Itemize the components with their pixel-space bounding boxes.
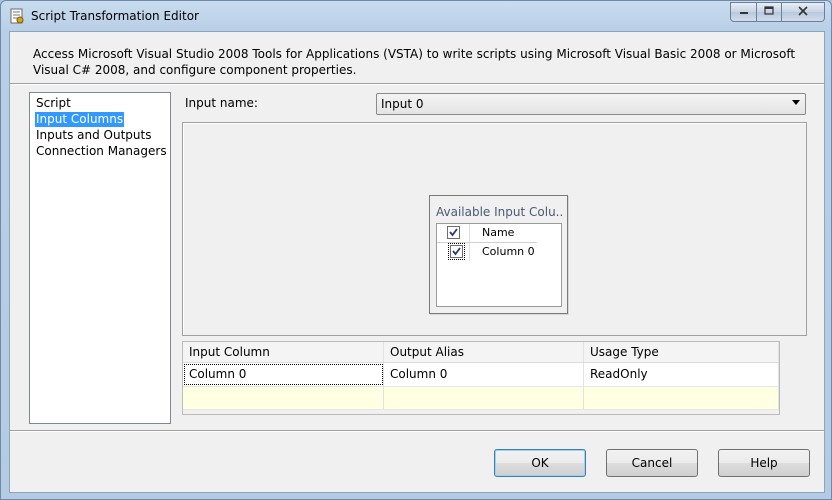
nav-item-inputs-and-outputs[interactable]: Inputs and Outputs	[35, 128, 152, 143]
nav-item-script[interactable]: Script	[35, 96, 72, 111]
input-columns-grid[interactable]: Input Column Output Alias Usage Type Col…	[182, 341, 780, 415]
description-text: Access Microsoft Visual Studio 2008 Tool…	[33, 47, 796, 77]
table-cell-usage-type[interactable]: ReadOnly	[584, 363, 779, 386]
table-cell-input-column[interactable]: Column 0	[183, 363, 384, 386]
new-row-cell-output-alias[interactable]	[384, 387, 584, 409]
page-navigation-list[interactable]: Script Input Columns Inputs and Outputs …	[29, 92, 171, 424]
header-divider	[469, 224, 470, 242]
editor-window: Script Transformation Editor Access Micr…	[0, 0, 832, 500]
maximize-button[interactable]	[757, 2, 782, 22]
available-columns-list[interactable]: Name Column 0	[436, 223, 562, 307]
ok-button[interactable]: OK	[494, 449, 586, 477]
bottom-separator	[10, 430, 824, 432]
name-column-header: Name	[482, 226, 515, 239]
grid-header-usage-type[interactable]: Usage Type	[584, 342, 779, 362]
grid-header-input-column[interactable]: Input Column	[183, 342, 384, 362]
new-row[interactable]	[183, 387, 779, 410]
nav-item-connection-managers[interactable]: Connection Managers	[35, 144, 168, 159]
available-input-columns-panel[interactable]: Available Input Colu... Name Column 0	[429, 195, 568, 314]
grid-header-output-alias[interactable]: Output Alias	[384, 342, 584, 362]
columns-designer-area[interactable]: Available Input Colu... Name Column 0	[182, 122, 807, 336]
top-separator	[10, 83, 824, 85]
dialog-body: Access Microsoft Visual Studio 2008 Tool…	[9, 31, 825, 493]
row-divider	[469, 243, 470, 261]
new-row-cell-usage-type[interactable]	[584, 387, 779, 409]
column-0-label: Column 0	[482, 245, 535, 258]
select-all-checkbox[interactable]	[447, 226, 460, 239]
caption-buttons	[730, 2, 825, 22]
minimize-icon	[739, 5, 749, 19]
close-button[interactable]	[782, 2, 825, 22]
input-name-dropdown[interactable]: Input 0	[376, 93, 806, 115]
cancel-button[interactable]: Cancel	[606, 449, 698, 477]
nav-item-input-columns[interactable]: Input Columns	[35, 112, 125, 127]
minimize-button[interactable]	[730, 2, 757, 22]
window-title: Script Transformation Editor	[31, 9, 199, 23]
chevron-down-icon	[791, 97, 801, 110]
list-item[interactable]: Column 0	[437, 243, 537, 261]
grid-header: Input Column Output Alias Usage Type	[183, 342, 779, 363]
script-component-icon	[9, 8, 25, 24]
title-bar[interactable]: Script Transformation Editor	[1, 1, 831, 31]
input-name-label: Input name:	[185, 96, 258, 110]
table-cell-output-alias[interactable]: Column 0	[384, 363, 584, 386]
column-0-checkbox[interactable]	[448, 243, 465, 260]
column-list-header: Name	[437, 224, 537, 243]
help-button[interactable]: Help	[718, 449, 810, 477]
input-name-value: Input 0	[381, 97, 424, 111]
close-icon	[798, 5, 808, 19]
panel-title: Available Input Colu...	[436, 205, 564, 219]
maximize-icon	[764, 5, 774, 19]
new-row-cell-input-column[interactable]	[183, 387, 384, 409]
table-row[interactable]: Column 0 Column 0 ReadOnly	[183, 363, 779, 387]
